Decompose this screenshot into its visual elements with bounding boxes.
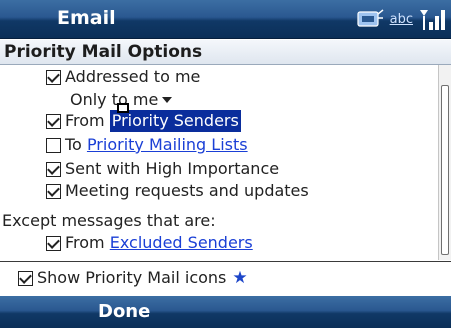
addressed-to-me-option[interactable]: Addressed to me [46, 66, 200, 88]
star-icon: ★ [232, 268, 248, 288]
meeting-requests-option[interactable]: Meeting requests and updates [46, 180, 309, 202]
to-priority-option[interactable]: To Priority Mailing Lists [46, 134, 248, 156]
from-excluded-prefix: From [65, 233, 105, 252]
meeting-requests-label: Meeting requests and updates [65, 181, 309, 200]
show-priority-icons-option[interactable]: Show Priority Mail icons ★ [18, 267, 248, 289]
high-importance-label: Sent with High Importance [65, 159, 280, 178]
from-priority-prefix: From [65, 111, 105, 130]
title-bar: Email abc [0, 0, 451, 39]
section-header: Priority Mail Options [0, 40, 451, 65]
from-priority-checkbox[interactable] [46, 113, 61, 129]
high-importance-option[interactable]: Sent with High Importance [46, 158, 279, 180]
from-excluded-checkbox[interactable] [46, 235, 61, 251]
connectivity-icon[interactable] [356, 8, 384, 30]
excluded-senders-link[interactable]: Excluded Senders [110, 232, 253, 254]
divider [0, 261, 451, 262]
signal-strength-icon [419, 8, 445, 30]
high-importance-checkbox[interactable] [46, 161, 61, 177]
to-priority-checkbox[interactable] [46, 137, 61, 153]
from-excluded-option[interactable]: From Excluded Senders [46, 232, 253, 254]
priority-mailing-lists-link[interactable]: Priority Mailing Lists [87, 134, 248, 156]
show-priority-icons-label: Show Priority Mail icons [37, 268, 227, 287]
addressed-to-me-checkbox[interactable] [46, 69, 61, 85]
only-to-me-label: Only to me [70, 90, 159, 109]
show-priority-icons-checkbox[interactable] [18, 270, 33, 286]
except-label: Except messages that are: [2, 211, 216, 230]
input-mode-icon[interactable]: abc [390, 12, 413, 27]
status-icons: abc [356, 6, 445, 32]
priority-senders-link[interactable]: Priority Senders [109, 110, 241, 132]
softkey-bar: Done [0, 296, 451, 328]
section-title: Priority Mail Options [4, 42, 203, 62]
done-button[interactable]: Done [98, 301, 150, 323]
addressed-to-me-label: Addressed to me [65, 67, 201, 86]
meeting-requests-checkbox[interactable] [46, 183, 61, 199]
to-priority-prefix: To [65, 135, 82, 154]
cursor-icon [117, 103, 129, 113]
scrollbar-thumb[interactable] [441, 85, 449, 255]
from-priority-option[interactable]: From Priority Senders [46, 110, 241, 132]
app-title: Email [57, 7, 116, 29]
chevron-down-icon [162, 97, 173, 103]
except-heading: Except messages that are: [2, 210, 216, 232]
